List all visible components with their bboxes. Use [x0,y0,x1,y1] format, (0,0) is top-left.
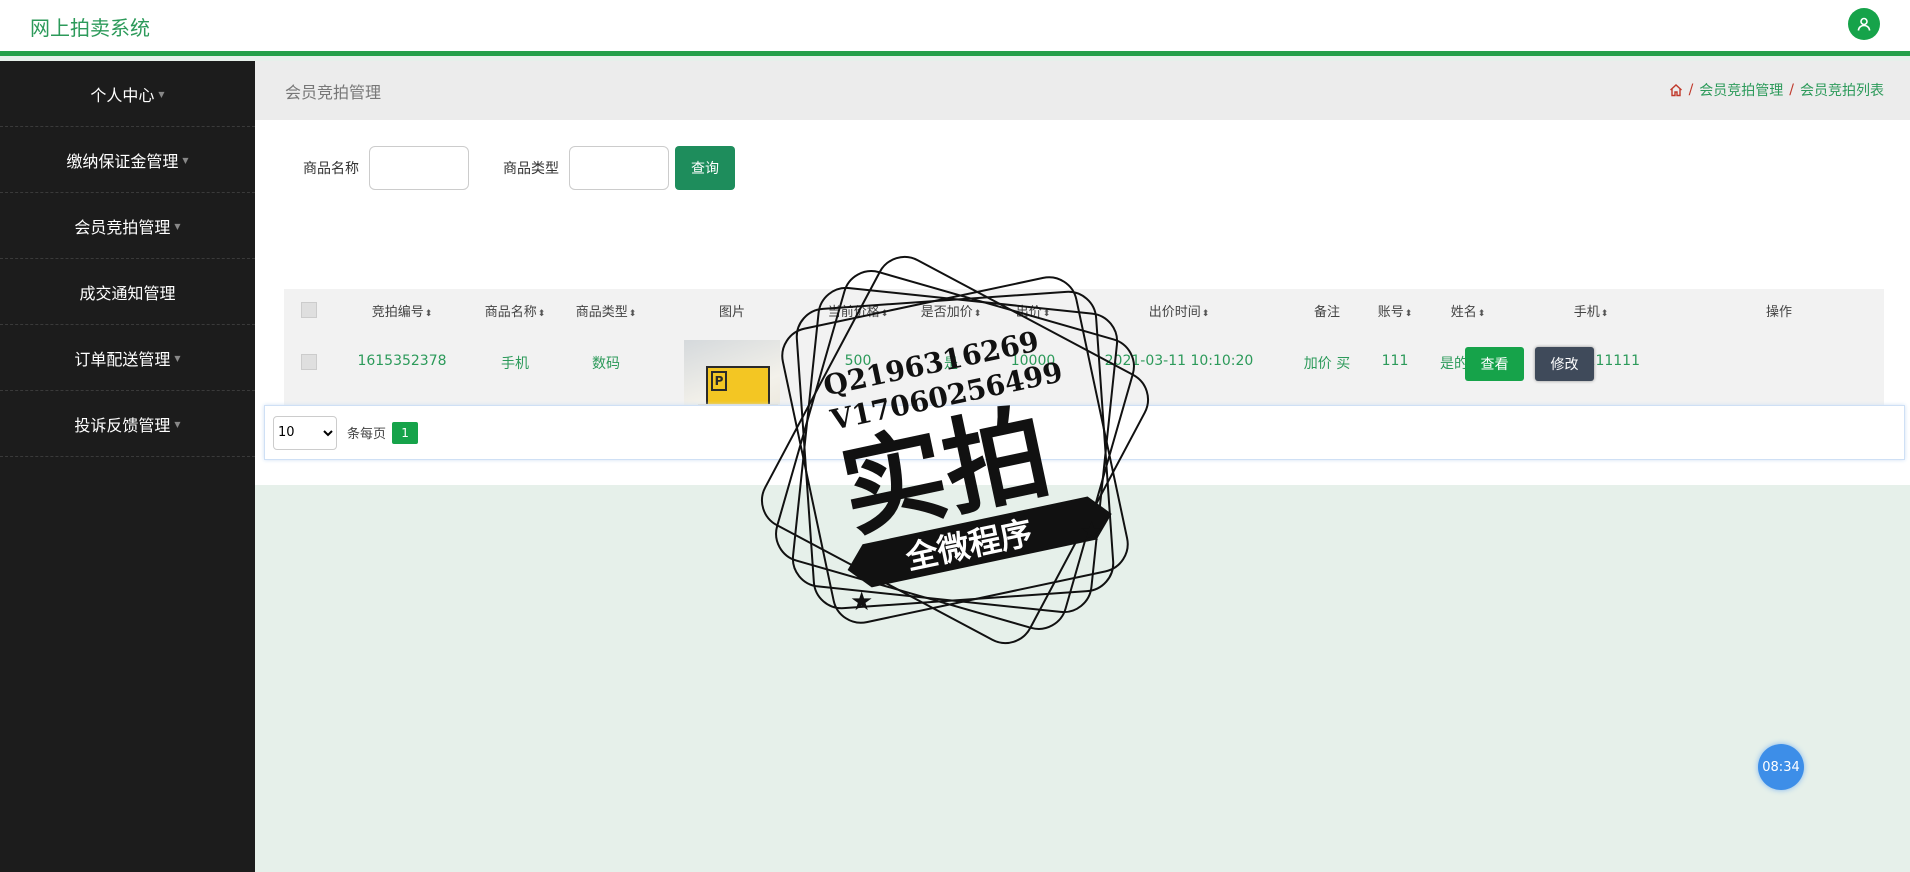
sidebar-item-label: 个人中心 [90,85,155,105]
column-header: 操作 [1765,305,1793,320]
sort-icon: ⬍ [1404,309,1413,319]
breadcrumb-item[interactable]: 会员竞拍管理 [1699,80,1783,100]
view-button[interactable]: 查看 [1465,347,1524,381]
column-header[interactable]: 商品类型⬍ [576,301,637,320]
sort-icon: ⬍ [537,309,546,319]
query-button[interactable]: 查询 [675,146,735,190]
caret-down-icon: ▼ [174,222,181,231]
home-icon[interactable] [1669,83,1683,97]
sort-icon: ⬍ [424,309,433,319]
top-bar: 网上拍卖系统 [0,0,1910,56]
column-header: 备注 [1313,305,1341,320]
product-type-input[interactable] [569,146,669,190]
page-title: 会员竞拍管理 [285,83,382,102]
sidebar-item-complaint[interactable]: 投诉反馈管理 ▼ [0,391,255,457]
sidebar-item-label: 成交通知管理 [79,283,176,303]
user-icon [1857,17,1871,31]
cell-product-type: 数码 [592,356,620,372]
sort-icon: ⬍ [973,309,982,319]
main-content: 会员竞拍管理 / 会员竞拍管理 / 会员竞拍列表 商品名称 商品类型 查询 竞拍… [255,61,1910,872]
sidebar-item-deposit[interactable]: 缴纳保证金管理 ▼ [0,127,255,193]
sidebar-item-order-delivery[interactable]: 订单配送管理 ▼ [0,325,255,391]
cell-raise: 是 [944,356,958,372]
column-header[interactable]: 商品名称⬍ [485,301,546,320]
caret-down-icon: ▼ [174,354,181,363]
column-header[interactable]: 出价时间⬍ [1149,301,1210,320]
sidebar: 个人中心 ▼ 缴纳保证金管理 ▼ 会员竞拍管理 ▼ 成交通知管理 订单配送管理 ▼ 投诉… [0,61,255,872]
sort-icon: ⬍ [1201,309,1210,319]
column-header[interactable]: 姓名⬍ [1451,301,1486,320]
breadcrumb-separator: / [1789,82,1794,98]
page-header: 会员竞拍管理 / 会员竞拍管理 / 会员竞拍列表 [255,61,1910,120]
sort-icon: ⬍ [1477,309,1486,319]
cell-bid: 10000 [1010,353,1056,369]
sidebar-item-deal-notice[interactable]: 成交通知管理 [0,259,255,325]
cell-product-name: 手机 [501,356,529,372]
column-header[interactable]: 竞拍编号⬍ [372,301,433,320]
sidebar-item-label: 投诉反馈管理 [74,415,171,435]
sort-icon: ⬍ [1600,309,1609,319]
cell-bid-time: 2021-03-11 10:10:20 [1104,353,1254,369]
column-header[interactable]: 当前价格⬍ [828,301,889,320]
sidebar-item-label: 缴纳保证金管理 [66,151,179,171]
column-header[interactable]: 是否加价⬍ [921,301,982,320]
cell-account: 111 [1381,353,1409,369]
product-name-label: 商品名称 [303,161,359,177]
search-form: 商品名称 商品类型 查询 [303,146,735,190]
column-header[interactable]: 账号⬍ [1378,301,1413,320]
product-name-input[interactable] [369,146,469,190]
caret-down-icon: ▼ [174,420,181,429]
page-button-current[interactable]: 1 [392,421,419,444]
cell-current-price: 500 [844,353,872,369]
sort-icon: ⬍ [628,309,637,319]
app-title: 网上拍卖系统 [30,16,150,40]
column-header: 图片 [718,305,746,320]
sidebar-item-label: 订单配送管理 [74,349,171,369]
user-menu-button[interactable] [1848,8,1880,40]
breadcrumb: / 会员竞拍管理 / 会员竞拍列表 [1669,80,1884,100]
breadcrumb-separator: / [1688,82,1694,98]
floating-clock-widget[interactable]: 08:34 [1758,744,1804,790]
caret-down-icon: ▼ [158,90,165,99]
column-header[interactable]: 手机⬍ [1574,301,1609,320]
breadcrumb-item[interactable]: 会员竞拍列表 [1800,80,1884,100]
column-header[interactable]: 出价⬍ [1016,301,1051,320]
product-type-label: 商品类型 [503,161,559,177]
row-checkbox[interactable] [301,354,317,370]
sort-icon: ⬍ [1042,309,1051,319]
sidebar-item-label: 会员竞拍管理 [74,217,171,237]
sidebar-item-member-bidding[interactable]: 会员竞拍管理 ▼ [0,193,255,259]
per-page-label: 条每页 [347,427,387,442]
page-size-select[interactable]: 10 [273,415,337,450]
pagination: 10 条每页 1 [264,405,1905,460]
edit-button[interactable]: 修改 [1535,347,1594,381]
parking-sign-graphic: P [706,366,770,406]
caret-down-icon: ▼ [182,156,189,165]
select-all-checkbox[interactable] [301,302,317,318]
sidebar-item-personal-center[interactable]: 个人中心 ▼ [0,61,255,127]
sort-icon: ⬍ [880,309,889,319]
parking-p-icon: P [711,371,727,391]
cell-note: 加价 买 [1303,356,1351,372]
cell-bid-id: 1615352378 [357,353,447,369]
